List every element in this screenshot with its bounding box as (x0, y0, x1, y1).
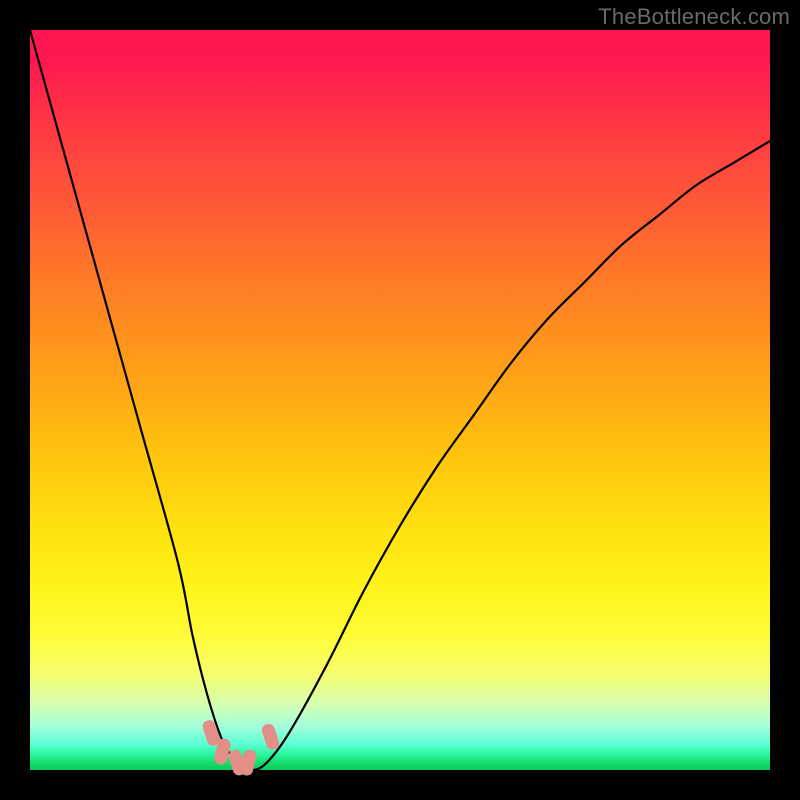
watermark-text: TheBottleneck.com (598, 4, 790, 30)
measured-points-group (201, 719, 281, 777)
chart-svg (30, 30, 770, 770)
measured-point (260, 722, 280, 751)
bottleneck-curve (30, 30, 770, 770)
chart-frame: TheBottleneck.com (0, 0, 800, 800)
measured-point (239, 748, 258, 776)
plot-area (30, 30, 770, 770)
